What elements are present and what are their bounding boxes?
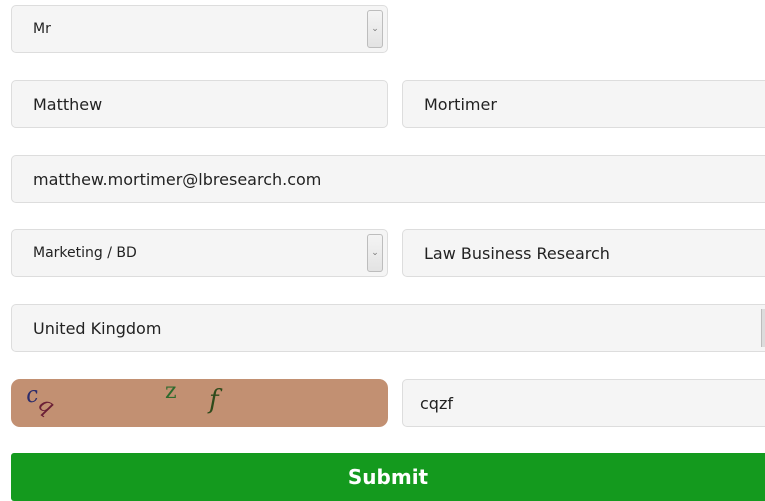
job-function-select[interactable]: Marketing / BD ⌄ bbox=[11, 229, 388, 277]
captcha-image: c q z f bbox=[11, 379, 388, 427]
first-name-field[interactable]: Matthew bbox=[11, 80, 388, 128]
title-select-value: Mr bbox=[33, 21, 51, 37]
last-name-value: Mortimer bbox=[424, 94, 497, 114]
title-select[interactable]: Mr ⌄ bbox=[11, 5, 388, 53]
captcha-input[interactable]: cqzf bbox=[402, 379, 765, 427]
submit-button[interactable]: Submit bbox=[11, 453, 765, 501]
last-name-field[interactable]: Mortimer bbox=[402, 80, 765, 128]
company-value: Law Business Research bbox=[424, 243, 610, 263]
chevron-down-icon[interactable]: ⌄ bbox=[367, 234, 383, 272]
select-arrow-edge[interactable] bbox=[761, 309, 765, 347]
email-value: matthew.mortimer@lbresearch.com bbox=[33, 169, 322, 189]
captcha-char: f bbox=[209, 385, 219, 415]
captcha-input-value: cqzf bbox=[420, 393, 453, 413]
job-function-value: Marketing / BD bbox=[33, 245, 137, 261]
company-field[interactable]: Law Business Research bbox=[402, 229, 765, 277]
country-value: United Kingdom bbox=[33, 318, 162, 338]
country-select[interactable]: United Kingdom bbox=[11, 304, 765, 352]
captcha-char: z bbox=[165, 379, 177, 404]
email-field[interactable]: matthew.mortimer@lbresearch.com bbox=[11, 155, 765, 203]
chevron-down-icon[interactable]: ⌄ bbox=[367, 10, 383, 48]
first-name-value: Matthew bbox=[33, 94, 103, 114]
